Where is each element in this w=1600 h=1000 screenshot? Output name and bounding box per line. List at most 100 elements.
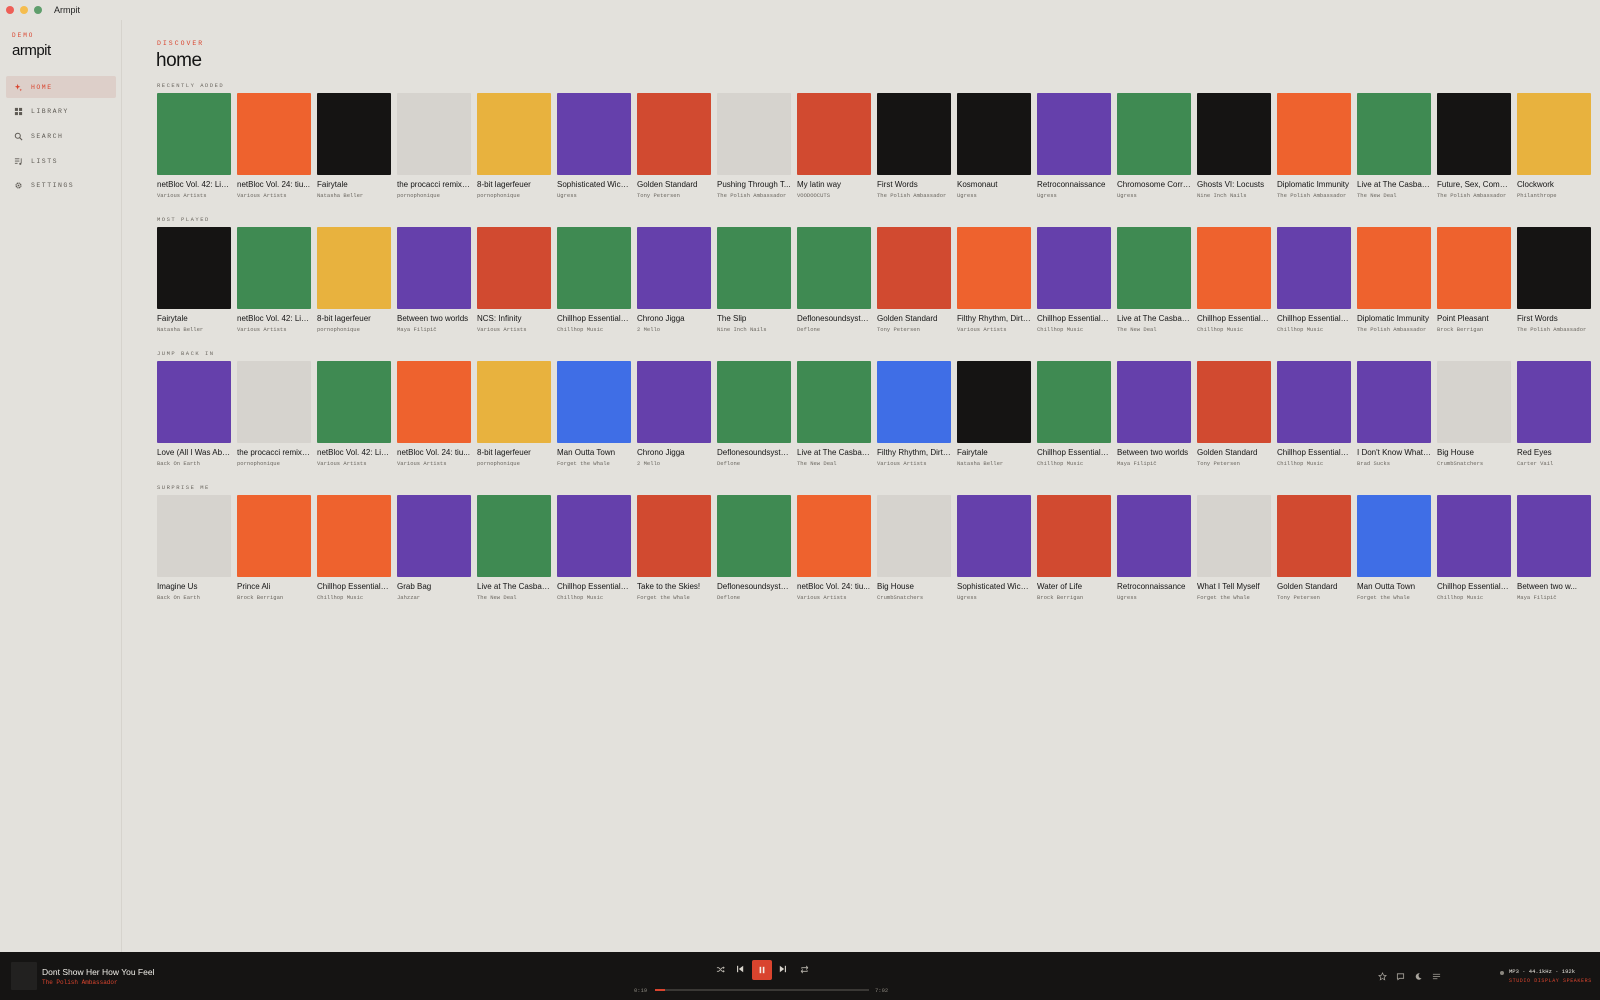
album-title[interactable]: What I Tell Myself — [1197, 582, 1271, 591]
album-title[interactable]: Filthy Rhythm, Dirty... — [957, 314, 1031, 323]
album-card[interactable]: Golden Standard Tony Petersen — [1197, 361, 1271, 467]
album-cover[interactable] — [557, 227, 631, 309]
album-artist[interactable]: Brock Berrigan — [237, 594, 311, 601]
pause-button[interactable] — [752, 960, 772, 980]
album-card[interactable]: The Slip Nine Inch Nails — [717, 227, 791, 333]
album-cover[interactable] — [557, 93, 631, 175]
sleep-timer-button[interactable] — [1412, 970, 1424, 982]
album-title[interactable]: Fairytale — [317, 180, 391, 189]
album-cover[interactable] — [157, 227, 231, 309]
album-card[interactable]: Live at The Casbah... The New Deal — [1117, 227, 1191, 333]
album-card[interactable]: Chillhop Essentials... Chillhop Music — [1037, 227, 1111, 333]
album-artist[interactable]: Ugress — [1037, 192, 1111, 199]
album-cover[interactable] — [237, 495, 311, 577]
album-artist[interactable]: Chillhop Music — [1037, 460, 1111, 467]
album-artist[interactable]: Jahzzar — [397, 594, 471, 601]
album-cover[interactable] — [1357, 361, 1431, 443]
album-card[interactable]: Man Outta Town Forget the Whale — [1357, 495, 1431, 601]
album-title[interactable]: the procacci remixe... — [237, 448, 311, 457]
shuffle-button[interactable] — [711, 960, 729, 978]
next-button[interactable] — [774, 960, 792, 978]
album-card[interactable]: Man Outta Town Forget the Whale — [557, 361, 631, 467]
album-artist[interactable]: Various Artists — [957, 326, 1031, 333]
album-card[interactable]: Diplomatic Immunity The Polish Ambassador — [1277, 93, 1351, 199]
album-title[interactable]: Between two w... — [1517, 582, 1591, 591]
album-title[interactable]: netBloc Vol. 42: Liv... — [317, 448, 391, 457]
sidebar-item-home[interactable]: HOME — [6, 76, 116, 98]
album-card[interactable]: Big House CrumbSnatchers — [1437, 361, 1511, 467]
album-title[interactable]: Golden Standard — [1197, 448, 1271, 457]
album-cover[interactable] — [477, 495, 551, 577]
album-artist[interactable]: Deflone — [717, 594, 791, 601]
album-title[interactable]: Deflonesoundsystem — [717, 582, 791, 591]
album-card[interactable]: netBloc Vol. 24: tiu... Various Artists — [797, 495, 871, 601]
album-artist[interactable]: Chillhop Music — [1437, 594, 1511, 601]
album-cover[interactable] — [1437, 227, 1511, 309]
album-card[interactable]: Retroconnaissance Ugress — [1117, 495, 1191, 601]
album-card[interactable]: the procacci remixe... pornophonique — [237, 361, 311, 467]
album-cover[interactable] — [797, 93, 871, 175]
audio-output-device[interactable]: STUDIO DISPLAY SPEAKERS — [1509, 978, 1592, 984]
album-title[interactable]: Golden Standard — [877, 314, 951, 323]
album-artist[interactable]: Forget the Whale — [637, 594, 711, 601]
sidebar-item-settings[interactable]: SETTINGS — [6, 175, 116, 197]
album-title[interactable]: Take to the Skies! — [637, 582, 711, 591]
album-card[interactable]: Fairytale Natasha Beller — [957, 361, 1031, 467]
album-cover[interactable] — [637, 93, 711, 175]
album-card[interactable]: Take to the Skies! Forget the Whale — [637, 495, 711, 601]
album-card[interactable]: Chillhop Essentials... Chillhop Music — [557, 495, 631, 601]
album-artist[interactable]: Brock Berrigan — [1437, 326, 1511, 333]
album-cover[interactable] — [397, 495, 471, 577]
album-artist[interactable]: Chillhop Music — [1037, 326, 1111, 333]
album-artist[interactable]: Tony Petersen — [637, 192, 711, 199]
album-cover[interactable] — [877, 361, 951, 443]
album-cover[interactable] — [1437, 495, 1511, 577]
album-artist[interactable]: Philanthrope — [1517, 192, 1591, 199]
album-cover[interactable] — [637, 227, 711, 309]
album-cover[interactable] — [1517, 495, 1591, 577]
album-artist[interactable]: Chillhop Music — [1277, 326, 1351, 333]
album-cover[interactable] — [1277, 361, 1351, 443]
album-title[interactable]: Live at The Casbah... — [797, 448, 871, 457]
album-title[interactable]: Fairytale — [157, 314, 231, 323]
album-artist[interactable]: Tony Petersen — [1277, 594, 1351, 601]
album-artist[interactable]: Back On Earth — [157, 594, 231, 601]
sidebar-item-lists[interactable]: LISTS — [6, 150, 116, 172]
album-artist[interactable]: Chillhop Music — [557, 326, 631, 333]
album-cover[interactable] — [1197, 361, 1271, 443]
album-title[interactable]: Golden Standard — [637, 180, 711, 189]
album-card[interactable]: netBloc Vol. 42: Liv... Various Artists — [317, 361, 391, 467]
album-card[interactable]: Grab Bag Jahzzar — [397, 495, 471, 601]
album-title[interactable]: Diplomatic Immunity — [1357, 314, 1431, 323]
album-artist[interactable]: Brad Sucks — [1357, 460, 1431, 467]
sidebar-item-search[interactable]: SEARCH — [6, 125, 116, 147]
album-card[interactable]: Filthy Rhythm, Dirty... Various Artists — [957, 227, 1031, 333]
album-artist[interactable]: Brock Berrigan — [1037, 594, 1111, 601]
album-card[interactable]: Prince Ali Brock Berrigan — [237, 495, 311, 601]
album-cover[interactable] — [1437, 361, 1511, 443]
album-title[interactable]: Pushing Through T... — [717, 180, 791, 189]
album-title[interactable]: Sophisticated Wick... — [557, 180, 631, 189]
album-card[interactable]: Sophisticated Wick... Ugress — [957, 495, 1031, 601]
album-artist[interactable]: Chillhop Music — [1197, 326, 1271, 333]
album-cover[interactable] — [397, 93, 471, 175]
album-cover[interactable] — [1037, 227, 1111, 309]
album-title[interactable]: Chillhop Essentials... — [1437, 582, 1511, 591]
album-title[interactable]: 8-bit lagerfeuer — [317, 314, 391, 323]
seek-bar[interactable] — [655, 989, 869, 991]
album-artist[interactable]: pornophonique — [317, 326, 391, 333]
album-cover[interactable] — [797, 361, 871, 443]
album-artist[interactable]: The New Deal — [1357, 192, 1431, 199]
album-title[interactable]: My latin way — [797, 180, 871, 189]
queue-button[interactable] — [1430, 970, 1442, 982]
album-artist[interactable]: Nine Inch Nails — [1197, 192, 1271, 199]
album-artist[interactable]: Chillhop Music — [317, 594, 391, 601]
now-playing-title[interactable]: Dont Show Her How You Feel — [42, 967, 154, 977]
album-title[interactable]: Sophisticated Wick... — [957, 582, 1031, 591]
album-title[interactable]: 8-bit lagerfeuer — [477, 448, 551, 457]
repeat-button[interactable] — [795, 960, 813, 978]
album-cover[interactable] — [717, 495, 791, 577]
album-cover[interactable] — [557, 361, 631, 443]
album-artist[interactable]: Ugress — [957, 594, 1031, 601]
album-cover[interactable] — [957, 495, 1031, 577]
